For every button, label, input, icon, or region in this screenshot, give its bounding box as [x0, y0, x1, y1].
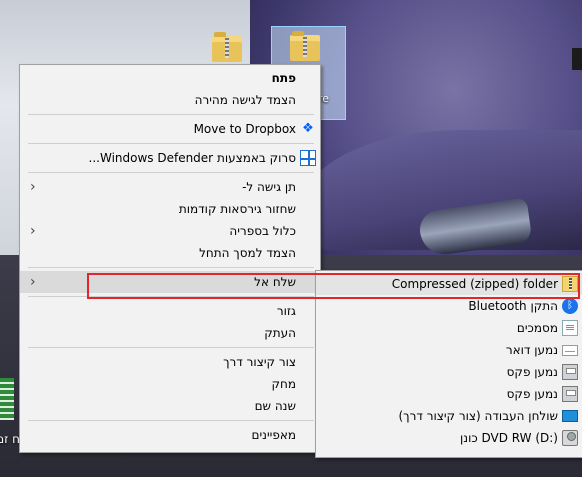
documents-icon [562, 320, 578, 336]
desktop-zip-folder-icon[interactable] [212, 32, 242, 62]
mail-icon [562, 345, 578, 356]
submenu-item-fax-recipient-1[interactable]: נמען פקס [316, 361, 582, 383]
submenu-item-mail-recipient[interactable]: נמען דואר [316, 339, 582, 361]
spreadsheet-icon[interactable] [0, 378, 14, 420]
menu-item-move-to-dropbox[interactable]: ❖ Move to Dropbox [20, 118, 320, 140]
menu-separator [28, 143, 314, 144]
menu-item-rename[interactable]: שנה שם [20, 395, 320, 417]
menu-item-properties[interactable]: מאפיינים [20, 424, 320, 446]
highlight-annotation-box [87, 273, 580, 299]
submenu-item-documents[interactable]: מסמכים [316, 317, 582, 339]
fax-icon [562, 386, 578, 402]
chevron-left-icon: ‹ [30, 223, 36, 239]
desktop-edge-element [572, 48, 582, 70]
menu-separator [28, 267, 314, 268]
menu-item-include-library[interactable]: ‹ כלול בספריה [20, 220, 320, 242]
menu-separator [28, 420, 314, 421]
windows-defender-icon [300, 150, 316, 166]
menu-item-copy[interactable]: העתק [20, 322, 320, 344]
fax-icon [562, 364, 578, 380]
dropbox-icon: ❖ [302, 121, 314, 136]
desktop-icon [562, 410, 578, 422]
menu-separator [28, 114, 314, 115]
chevron-left-icon: ‹ [30, 179, 36, 195]
menu-item-cut[interactable]: גזור [20, 300, 320, 322]
menu-item-give-access[interactable]: ‹ תן גישה ל- [20, 176, 320, 198]
menu-item-create-shortcut[interactable]: צור קיצור דרך [20, 351, 320, 373]
menu-separator [28, 347, 314, 348]
context-menu: פתח הצמד לגישה מהירה ❖ Move to Dropbox ס… [19, 64, 321, 453]
chevron-left-icon: ‹ [30, 274, 36, 290]
menu-item-delete[interactable]: מחק [20, 373, 320, 395]
submenu-item-dvd-drive[interactable]: כונן DVD RW (D:) [316, 427, 582, 449]
menu-item-pin-start[interactable]: הצמד למסך התחל [20, 242, 320, 264]
menu-item-open[interactable]: פתח [20, 67, 320, 89]
submenu-item-desktop-shortcut[interactable]: שולחן העבודה (צור קיצור דרך) [316, 405, 582, 427]
submenu-item-fax-recipient-2[interactable]: נמען פקס [316, 383, 582, 405]
menu-item-pin-quick-access[interactable]: הצמד לגישה מהירה [20, 89, 320, 111]
desktop-icon-label: ח זמ [0, 432, 20, 446]
menu-item-restore-versions[interactable]: שחזור גירסאות קודמות [20, 198, 320, 220]
dvd-drive-icon [562, 430, 578, 446]
menu-separator [28, 172, 314, 173]
bluetooth-icon: ᛒ [562, 298, 578, 314]
desktop-folder-icon [290, 31, 320, 61]
menu-item-scan-defender[interactable]: סרוק באמצעות Windows Defender... [20, 147, 320, 169]
